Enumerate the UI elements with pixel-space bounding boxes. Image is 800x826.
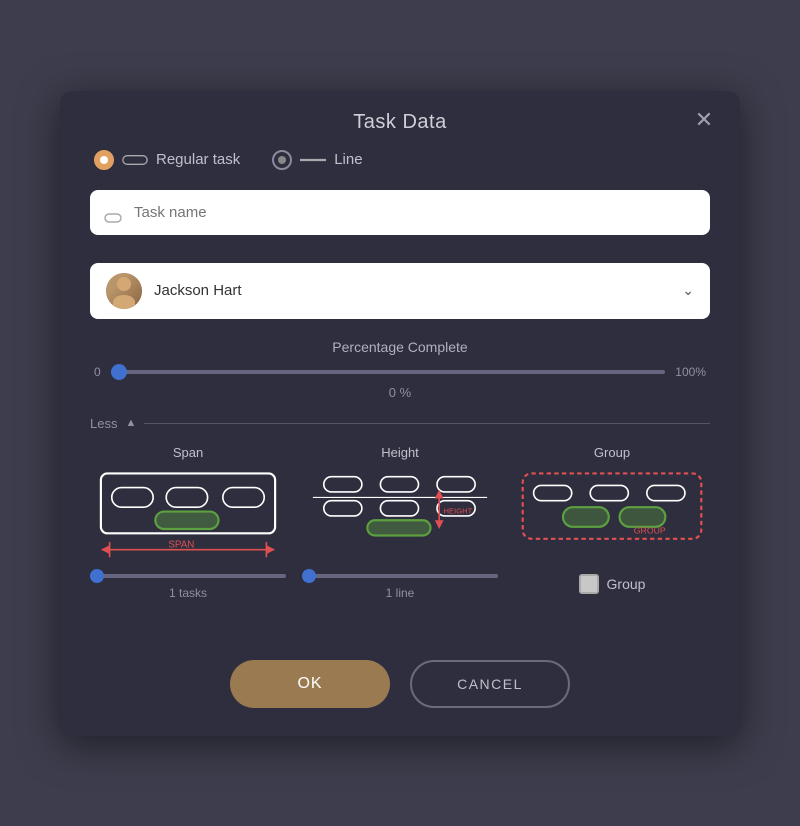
height-diagram: HEIGHT (302, 468, 498, 566)
divider-line (144, 423, 710, 424)
svg-text:GROUP: GROUP (634, 525, 666, 535)
svg-text:SPAN: SPAN (168, 539, 194, 550)
task-input-icon (104, 210, 122, 228)
backdrop: Task Data ✕ Regular task (0, 0, 800, 826)
span-title: Span (173, 445, 203, 460)
assignee-dropdown[interactable]: Jackson Hart ⌄ (90, 263, 710, 319)
percentage-value: 0 % (90, 385, 710, 400)
span-column: Span SPAN (90, 445, 286, 600)
height-value: 1 line (386, 586, 415, 600)
span-slider-row (90, 574, 286, 578)
group-checkbox-label: Group (607, 576, 646, 592)
group-column: Group GROUP (514, 445, 710, 600)
percentage-slider[interactable] (111, 370, 666, 374)
height-slider[interactable] (302, 574, 498, 578)
dialog-body: Regular task Line (60, 150, 740, 644)
radio-regular-task[interactable]: Regular task (94, 150, 240, 170)
group-title: Group (594, 445, 630, 460)
avatar-image (106, 273, 142, 309)
slider-row: 0 100% (94, 365, 706, 379)
assignee-name: Jackson Hart (154, 282, 670, 299)
close-button[interactable]: ✕ (688, 104, 720, 136)
slider-max: 100% (675, 365, 706, 379)
task-name-wrapper (90, 190, 710, 249)
radio-regular-label: Regular task (156, 151, 240, 168)
dialog-header: Task Data ✕ (60, 91, 740, 150)
dialog-title: Task Data (353, 111, 446, 134)
slider-container: 0 100% (90, 365, 710, 379)
radio-line-label: Line (334, 151, 362, 168)
group-check-row: Group (579, 574, 646, 594)
regular-task-icon (122, 153, 148, 167)
span-diagram: SPAN (90, 468, 286, 566)
less-label: Less (90, 416, 117, 431)
percentage-label: Percentage Complete (90, 339, 710, 355)
group-diagram: GROUP (514, 468, 710, 566)
height-title: Height (381, 445, 419, 460)
task-name-input[interactable] (90, 190, 710, 235)
ok-button[interactable]: OK (230, 660, 390, 708)
dialog-footer: OK CANCEL (60, 644, 740, 736)
group-checkbox[interactable] (579, 574, 599, 594)
chevron-down-icon: ⌄ (682, 282, 694, 299)
three-col: Span SPAN (90, 445, 710, 600)
slider-min: 0 (94, 365, 101, 379)
line-task-icon (300, 157, 326, 163)
dialog: Task Data ✕ Regular task (60, 91, 740, 736)
radio-circle-line (272, 150, 292, 170)
radio-circle-regular (94, 150, 114, 170)
avatar (106, 273, 142, 309)
radio-row: Regular task Line (90, 150, 710, 170)
less-chevron-icon: ▲ (125, 417, 136, 429)
height-column: Height (302, 445, 498, 600)
span-value: 1 tasks (169, 586, 207, 600)
svg-text:HEIGHT: HEIGHT (444, 506, 473, 515)
height-slider-row (302, 574, 498, 578)
radio-line[interactable]: Line (272, 150, 362, 170)
less-section[interactable]: Less ▲ (90, 416, 710, 431)
cancel-button[interactable]: CANCEL (410, 660, 570, 708)
span-slider[interactable] (90, 574, 286, 578)
